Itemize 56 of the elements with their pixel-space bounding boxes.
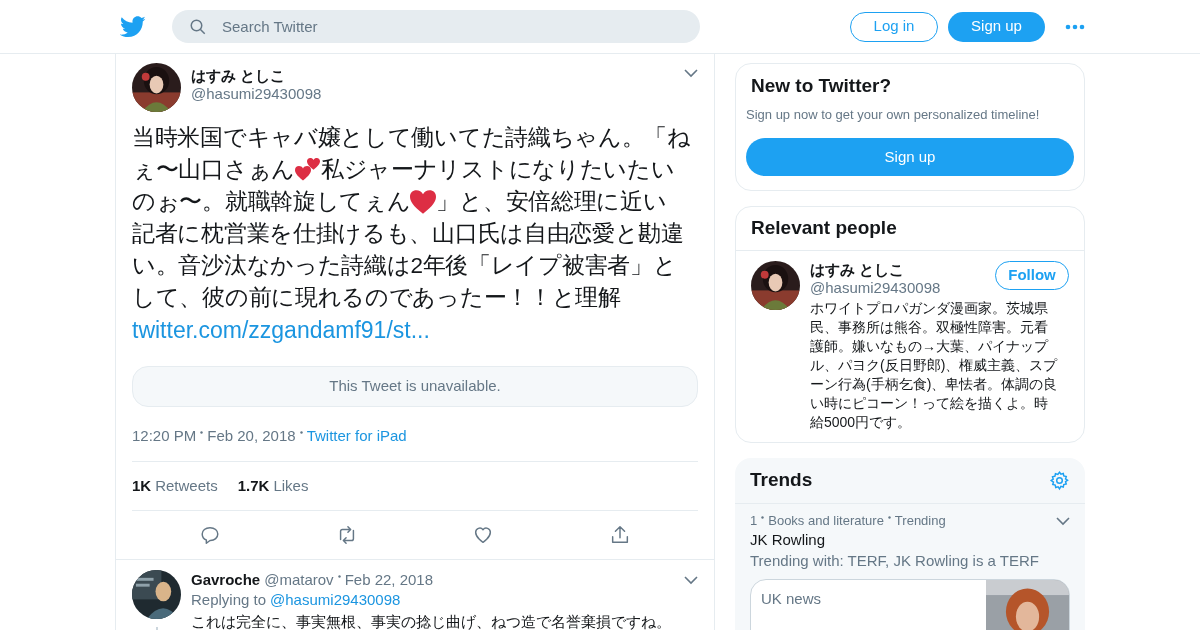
tweet-date: Feb 20, 2018 <box>207 425 296 446</box>
trend-status: Trending <box>894 512 946 530</box>
tweet-time: 12:20 PM <box>132 425 197 446</box>
reply-author-handle[interactable]: @matarov <box>264 571 334 589</box>
tweet-text: のぉ〜。就職斡旋してぇん <box>132 188 411 216</box>
unavailable-tweet-card: This Tweet is unavailable. <box>132 366 698 407</box>
search-field[interactable]: Search Twitter <box>172 10 700 43</box>
stat-count[interactable]: 1.7K <box>237 474 270 498</box>
reply-text: これは完全に、事実無根、事実の捻じ曲げ、ねつ造で名誉棄損ですね。 <box>191 612 672 630</box>
card-title: Relevant people <box>736 207 1084 251</box>
trend-name[interactable]: JK Rowling <box>750 530 826 550</box>
separator-dot-icon <box>299 430 303 434</box>
news-label: UK news <box>760 589 823 609</box>
mention-link[interactable]: @hasumi29430098 <box>270 589 401 611</box>
tweet-link[interactable]: twitter.com/zzgandamf91/st... <box>132 314 430 346</box>
bird-logo-icon[interactable] <box>120 15 146 38</box>
source-link[interactable]: Twitter for iPad <box>306 424 407 448</box>
chevron-down-icon[interactable] <box>1056 516 1070 526</box>
author-name[interactable]: はすみ としこ <box>191 67 286 85</box>
reply-date[interactable]: Feb 22, 2018 <box>344 571 434 589</box>
two-hearts-icon <box>294 158 321 182</box>
tweet-text: い。音沙汰なかった詩織は2年後「レイプ被害者」と <box>132 252 677 280</box>
tweet-text: ぇ〜山口さぁん <box>132 156 295 184</box>
person-bio: ホワイトプロパガンダ漫画家。茨城県民、事務所は熊谷。双極性障害。元看護師。嫌いなもの→大葉、パイナップル、パヨク(反日野郎)、権威主義、スプーン行為(手柄乞食)、卑怯者。体調の良い時にピコーン！って絵を描くよ。時給5000円です。 <box>810 299 1059 432</box>
stat-label[interactable]: Retweets <box>155 474 218 498</box>
reply-author-name[interactable]: Gavroche <box>191 571 261 589</box>
tweet-text: 私ジャーナリストになりたいたい <box>320 156 675 184</box>
signup-button[interactable]: Sign up <box>746 138 1074 176</box>
card-subtitle: Sign up now to get your own personalized timeline! <box>746 106 1041 124</box>
tweet-text: 当時米国でキャバ嬢として働いてた詩織ちゃん。「ね <box>132 124 691 152</box>
trend-rank: 1 <box>750 512 758 530</box>
tweet-text: 」と、安倍総理に近い <box>436 188 667 216</box>
chevron-down-icon[interactable] <box>684 575 698 585</box>
trending-with: Trending with: TERF, JK Rowling is a TERF <box>750 551 1040 571</box>
separator-dot-icon <box>887 515 891 519</box>
separator-dot-icon <box>337 574 341 578</box>
tweet-text: して、彼の前に現れるのであったー！！と理解 <box>132 284 621 312</box>
search-icon <box>189 18 207 36</box>
settings-icon[interactable] <box>1049 470 1070 491</box>
card-title: Trends <box>750 468 813 493</box>
chevron-down-icon[interactable] <box>684 69 698 78</box>
separator-dot-icon <box>761 515 765 519</box>
person-name[interactable]: はすみ としこ <box>810 261 905 279</box>
stat-label[interactable]: Likes <box>273 474 309 498</box>
signup-button[interactable]: Sign up <box>948 11 1045 42</box>
person-handle[interactable]: @hasumi29430098 <box>810 279 941 297</box>
tweet-text: 記者に枕営業を仕掛けるも、山口氏は自由恋愛と勘違 <box>132 220 684 248</box>
stat-count[interactable]: 1K <box>132 474 152 498</box>
replying-label: Replying to <box>191 590 267 610</box>
separator-dot-icon <box>200 430 204 434</box>
author-handle[interactable]: @hasumi29430098 <box>191 85 322 103</box>
news-card[interactable]: UK news <box>750 579 1070 630</box>
card-title: New to Twitter? <box>750 74 893 98</box>
heart-icon <box>410 190 437 214</box>
trend-category: Books and literature <box>768 512 884 530</box>
more-icon[interactable] <box>1065 23 1085 30</box>
